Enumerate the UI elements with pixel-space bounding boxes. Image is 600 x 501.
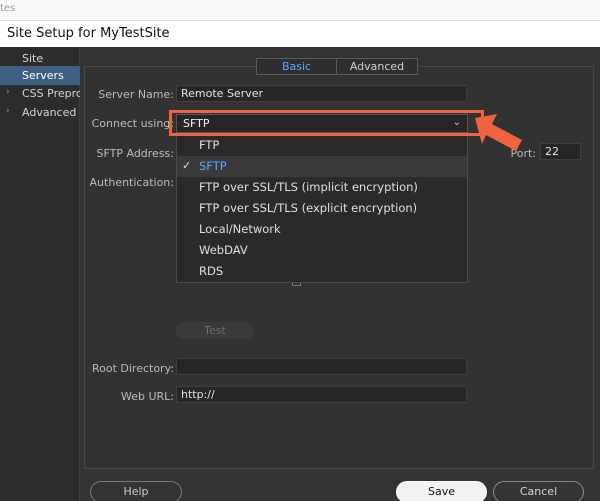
root-directory-field[interactable] xyxy=(176,358,467,375)
dropdown-option-rds[interactable]: RDS xyxy=(177,261,467,282)
tab-advanced[interactable]: Advanced xyxy=(337,59,417,74)
dropdown-option-local-network[interactable]: Local/Network xyxy=(177,219,467,240)
connect-using-label: Connect using: xyxy=(91,117,174,130)
top-strip: tes xyxy=(0,0,600,21)
dropdown-option-ftps-explicit[interactable]: FTP over SSL/TLS (explicit encryption) xyxy=(177,198,467,219)
dialog-title: Site Setup for MyTestSite xyxy=(7,26,170,41)
tab-basic[interactable]: Basic xyxy=(257,59,337,74)
option-label: FTP over SSL/TLS (implicit encryption) xyxy=(199,180,418,194)
web-url-label: Web URL: xyxy=(120,390,174,403)
sidebar-item-label: Advanced xyxy=(22,106,77,119)
chevron-right-icon[interactable]: › xyxy=(6,87,10,97)
option-label: FTP xyxy=(199,138,220,152)
server-name-field[interactable]: Remote Server xyxy=(176,85,467,102)
highlight-box xyxy=(169,110,484,136)
dropdown-option-sftp[interactable]: ✓ SFTP xyxy=(177,156,467,177)
sidebar-item-label: Site xyxy=(22,52,44,65)
sidebar-item-advanced[interactable]: › Advanced xyxy=(0,103,80,122)
dropdown-option-webdav[interactable]: WebDAV xyxy=(177,240,467,261)
window-crumb: tes xyxy=(0,3,16,14)
help-button[interactable]: Help xyxy=(90,481,182,501)
port-field[interactable]: 22 xyxy=(540,143,581,160)
authentication-label: Authentication: xyxy=(89,176,174,189)
root-directory-label: Root Directory: xyxy=(91,362,174,375)
dropdown-option-ftp[interactable]: FTP xyxy=(177,135,467,156)
option-label: WebDAV xyxy=(199,243,248,257)
option-label: SFTP xyxy=(199,159,227,173)
sidebar-item-css-preprocessors[interactable]: › CSS Prepro xyxy=(0,84,80,103)
connect-using-dropdown: FTP ✓ SFTP FTP over SSL/TLS (implicit en… xyxy=(176,133,468,283)
dialog-titlebar: Site Setup for MyTestSite xyxy=(0,21,600,47)
cancel-button[interactable]: Cancel xyxy=(493,481,584,501)
save-button[interactable]: Save xyxy=(396,481,487,501)
chevron-right-icon[interactable]: › xyxy=(6,106,10,116)
server-name-label: Server Name: xyxy=(98,88,174,101)
web-url-field[interactable]: http:// xyxy=(176,386,467,403)
dropdown-option-ftps-implicit[interactable]: FTP over SSL/TLS (implicit encryption) xyxy=(177,177,467,198)
option-label: Local/Network xyxy=(199,222,281,236)
sidebar-item-servers[interactable]: Servers xyxy=(0,66,80,85)
option-label: RDS xyxy=(199,264,224,278)
test-button[interactable]: Test xyxy=(176,322,254,339)
sidebar-item-label: CSS Prepro xyxy=(22,87,80,100)
server-tabs: Basic Advanced xyxy=(256,58,418,75)
sftp-address-label: SFTP Address: xyxy=(96,147,174,160)
checkmark-icon: ✓ xyxy=(182,159,192,172)
sidebar: Site Servers › CSS Prepro › Advanced xyxy=(0,47,80,501)
option-label: FTP over SSL/TLS (explicit encryption) xyxy=(199,201,418,215)
sidebar-item-label: Servers xyxy=(22,69,64,82)
annotation-arrow-icon xyxy=(475,114,522,151)
